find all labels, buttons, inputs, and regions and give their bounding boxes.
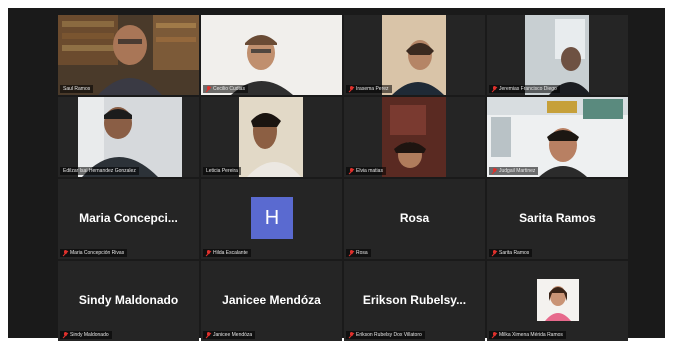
- participant-name: Cecilio Cudias: [213, 86, 245, 92]
- muted-mic-icon: [349, 168, 354, 174]
- participant-name: Hilda Escalante: [213, 250, 248, 256]
- participant-video: [58, 15, 199, 95]
- participant-name: Judgail Martinez: [499, 168, 536, 174]
- participant-video: [58, 97, 199, 177]
- nameplate: Elvia matias: [346, 167, 386, 175]
- participant-tile[interactable]: Saul Ramos: [58, 15, 199, 95]
- profile-photo: [537, 279, 579, 321]
- participant-tile[interactable]: Irasema Perez: [344, 15, 485, 95]
- participant-tile[interactable]: Rosa Rosa: [344, 179, 485, 259]
- participant-display-name: Maria Concepci...: [79, 211, 178, 225]
- muted-mic-icon: [349, 250, 354, 256]
- muted-mic-icon: [492, 250, 497, 256]
- nameplate: Jeremias Francisco Diego: [489, 85, 560, 93]
- nameplate: Saul Ramos: [60, 85, 94, 93]
- muted-mic-icon: [492, 168, 497, 174]
- participant-tile[interactable]: Sindy Maldonado Sindy Maldonado: [58, 261, 199, 341]
- muted-mic-icon: [492, 332, 497, 338]
- participant-video: [487, 97, 628, 177]
- nameplate: Leticia Pereira: [203, 167, 241, 175]
- participant-tile[interactable]: Leticia Pereira: [201, 97, 342, 177]
- zoom-gallery-view: Saul Ramos Cecilio Cudias Irasema Perez …: [8, 8, 665, 341]
- participant-name: Sarita Ramos: [499, 250, 530, 256]
- participant-name: Irasema Perez: [356, 86, 389, 92]
- participant-display-name: Janicee Mendóza: [222, 293, 321, 307]
- participant-tile[interactable]: Judgail Martinez: [487, 97, 628, 177]
- muted-mic-icon: [206, 332, 211, 338]
- participant-name: Rosa: [356, 250, 368, 256]
- nameplate: Sarita Ramos: [489, 249, 533, 257]
- participant-display-name: Rosa: [399, 211, 430, 225]
- participant-tile[interactable]: Jeremias Francisco Diego: [487, 15, 628, 95]
- muted-mic-icon: [63, 332, 68, 338]
- nameplate: Judgail Martinez: [489, 167, 539, 175]
- muted-mic-icon: [63, 250, 68, 256]
- participant-name: Jeremias Francisco Diego: [499, 86, 557, 92]
- nameplate: Rosa: [346, 249, 371, 257]
- participant-tile[interactable]: Erikson Rubelsy... Erikson Rubelsy Dox V…: [344, 261, 485, 341]
- avatar: H: [251, 197, 293, 239]
- participant-display-name: Sindy Maldonado: [78, 293, 179, 307]
- muted-mic-icon: [492, 86, 497, 92]
- participant-name: Leticia Pereira: [206, 168, 238, 174]
- participant-name: Maria Concepción Rivas: [70, 250, 125, 256]
- participant-video: [344, 15, 485, 95]
- muted-mic-icon: [349, 332, 354, 338]
- participant-name: Edilzar Isai Hernandez Gonzalez: [63, 168, 136, 174]
- participant-name: Elvia matias: [356, 168, 383, 174]
- muted-mic-icon: [206, 250, 211, 256]
- participant-video: [344, 97, 485, 177]
- participant-tile[interactable]: Janicee Mendóza Janicee Mendóza: [201, 261, 342, 341]
- nameplate: Edilzar Isai Hernandez Gonzalez: [60, 167, 139, 175]
- participant-video: [487, 15, 628, 95]
- participant-display-name: Erikson Rubelsy...: [362, 293, 467, 307]
- participant-tile[interactable]: Edilzar Isai Hernandez Gonzalez: [58, 97, 199, 177]
- participant-tile[interactable]: Maria Concepci... Maria Concepción Rivas: [58, 179, 199, 259]
- participant-tile[interactable]: Milka Ximena Mérida Ramos: [487, 261, 628, 341]
- participant-tile[interactable]: Elvia matias: [344, 97, 485, 177]
- nameplate: Cecilio Cudias: [203, 85, 248, 93]
- nameplate: Hilda Escalante: [203, 249, 251, 257]
- participant-grid: Saul Ramos Cecilio Cudias Irasema Perez …: [58, 15, 628, 341]
- participant-tile[interactable]: H Hilda Escalante: [201, 179, 342, 259]
- participant-video: [201, 15, 342, 95]
- nameplate: Irasema Perez: [346, 85, 392, 93]
- muted-mic-icon: [206, 86, 211, 92]
- participant-tile[interactable]: Sarita Ramos Sarita Ramos: [487, 179, 628, 259]
- participant-display-name: Sarita Ramos: [519, 211, 596, 225]
- participant-video: [201, 97, 342, 177]
- participant-name: Saul Ramos: [63, 86, 91, 92]
- nameplate: Maria Concepción Rivas: [60, 249, 128, 257]
- participant-tile[interactable]: Cecilio Cudias: [201, 15, 342, 95]
- muted-mic-icon: [349, 86, 354, 92]
